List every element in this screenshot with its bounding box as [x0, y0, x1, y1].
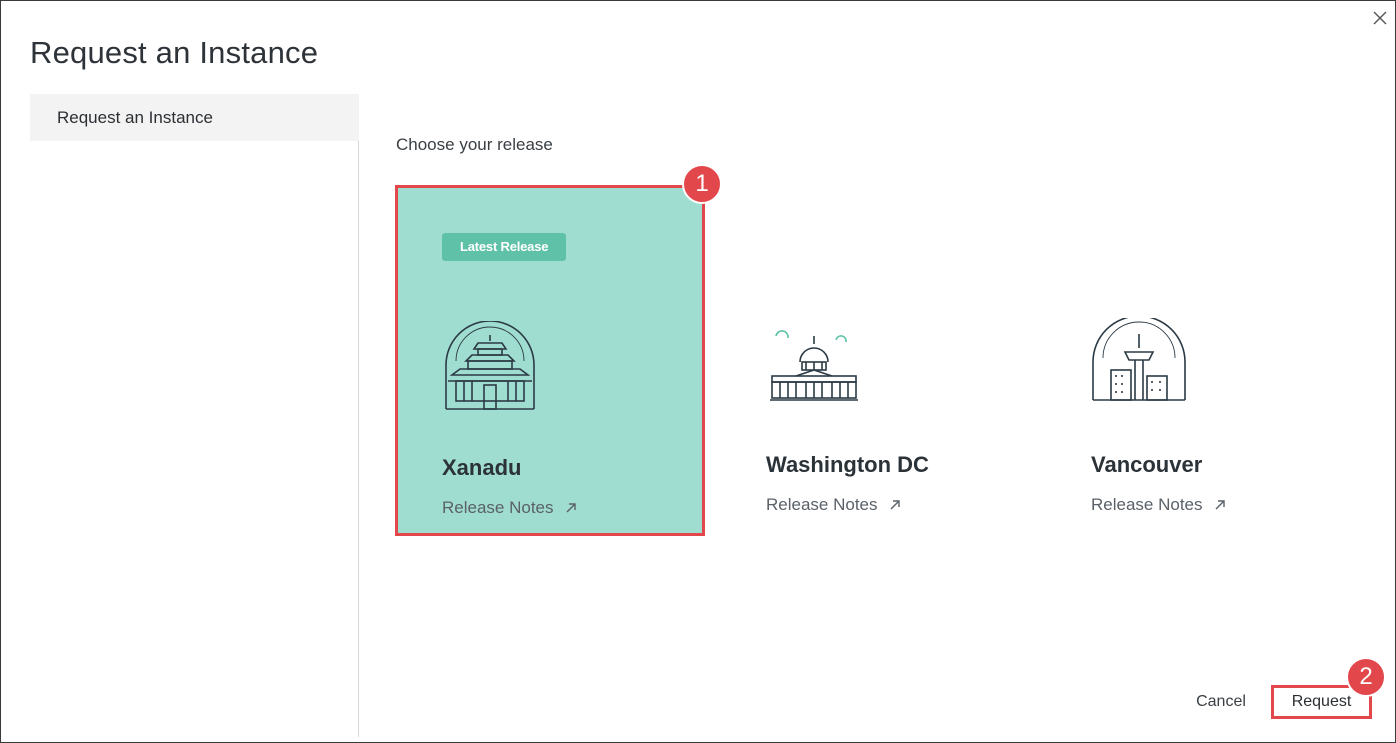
close-icon[interactable]	[1369, 7, 1391, 29]
sidebar: Request an Instance	[30, 94, 359, 737]
external-link-icon	[890, 500, 900, 510]
release-name: Vancouver	[1091, 452, 1203, 477]
vancouver-release-icon	[1092, 318, 1186, 401]
release-name: Washington DC	[766, 452, 929, 477]
step-marker-2: 2	[1346, 657, 1386, 697]
external-link-icon	[1215, 500, 1225, 510]
release-card-vancouver[interactable]: Vancouver Release Notes	[1047, 185, 1357, 536]
external-link-icon	[566, 503, 576, 513]
page-title: Request an Instance	[30, 35, 319, 70]
release-notes-label: Release Notes	[1091, 495, 1203, 514]
sidebar-item-label: Request an Instance	[57, 107, 213, 127]
cancel-button[interactable]: Cancel	[1183, 687, 1259, 717]
release-notes-label: Release Notes	[766, 495, 878, 514]
release-notes-label: Release Notes	[442, 498, 554, 517]
capitol-building-icon	[770, 330, 858, 401]
release-notes-link[interactable]: Release Notes	[766, 495, 902, 515]
request-instance-dialog: Request an Instance Request an Instance …	[0, 0, 1396, 743]
xanadu-release-icon	[445, 321, 535, 410]
sidebar-item-request-instance[interactable]: Request an Instance	[30, 94, 359, 141]
release-notes-link[interactable]: Release Notes	[442, 498, 578, 518]
choose-release-label: Choose your release	[396, 135, 553, 154]
release-card-washington-dc[interactable]: Washington DC Release Notes	[722, 185, 1032, 536]
latest-release-badge: Latest Release	[442, 233, 567, 261]
step-marker-1: 1	[682, 164, 722, 204]
release-notes-link[interactable]: Release Notes	[1091, 495, 1227, 515]
release-card-xanadu[interactable]: Latest Release Xanadu Release Notes 1	[395, 164, 722, 536]
release-name: Xanadu	[442, 455, 522, 480]
